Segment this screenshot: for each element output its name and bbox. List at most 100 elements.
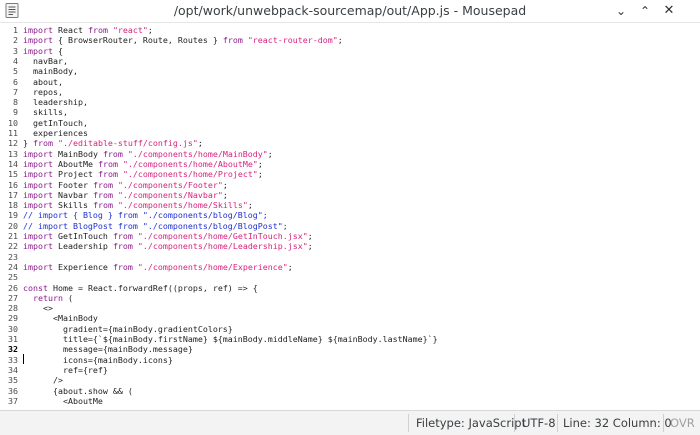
code-text: leadership, (23, 97, 88, 108)
text-editor-area[interactable]: 1 import React from "react"; 2 import { Bro… (0, 23, 700, 410)
line-number: 14 (8, 158, 18, 169)
code-text: import AboutMe from "./components/home/A… (23, 158, 263, 169)
code-text: <> (23, 303, 53, 314)
line-number: 36 (8, 385, 18, 396)
line-number: 2 (13, 35, 18, 46)
line-number: 37 (8, 395, 18, 406)
status-divider (663, 414, 664, 432)
code-text: import Footer from "./components/Footer"… (23, 179, 228, 190)
line-number: 20 (8, 220, 18, 231)
code-line[interactable]: 16 import Footer from "./components/Foote… (0, 180, 700, 190)
code-line[interactable]: 23 (0, 252, 700, 262)
line-number: 10 (8, 117, 18, 128)
window-title: /opt/work/unwebpack-sourcemap/out/App.js… (173, 3, 527, 18)
code-line[interactable]: 30 gradient={mainBody.gradientColors} (0, 324, 700, 334)
line-number: 3 (13, 45, 18, 56)
code-line[interactable]: 25 (0, 272, 700, 282)
code-text: experiences (23, 128, 88, 138)
code-text: message={mainBody.message} (23, 344, 193, 355)
code-line[interactable]: 17 import Navbar from "./components/Navba… (0, 190, 700, 200)
code-line[interactable]: 31 title={`${mainBody.firstName} ${mainB… (0, 334, 700, 344)
code-line[interactable]: 7 repos, (0, 87, 700, 97)
code-line[interactable]: 32 message={mainBody.message} (0, 344, 700, 354)
status-divider (557, 414, 558, 432)
code-text: ref={ref} (23, 364, 108, 375)
mousepad-window: /opt/work/unwebpack-sourcemap/out/App.js… (0, 0, 700, 435)
code-text: title={`${mainBody.firstName} ${mainBody… (23, 334, 438, 344)
code-line[interactable]: 12} from "./editable-stuff/config.js"; (0, 138, 700, 148)
code-line[interactable]: 18 import Skills from "./components/home/… (0, 200, 700, 210)
line-number: 13 (8, 148, 18, 159)
code-line[interactable]: 2 import { BrowserRouter, Route, Routes }… (0, 35, 700, 45)
code-line[interactable]: 14 import AboutMe from "./components/home… (0, 159, 700, 169)
code-line[interactable]: 24 import Experience from "./components/h… (0, 262, 700, 272)
code-text: gradient={mainBody.gradientColors} (23, 323, 233, 334)
code-text: {about.show && ( (23, 385, 133, 396)
code-line[interactable]: 28 <> (0, 303, 700, 313)
code-line[interactable]: 20 // import BlogPost from "./components/… (0, 221, 700, 231)
status-bar: Filetype: JavaScript UTF-8 Line: 32 Colu… (0, 410, 700, 435)
chevron-up-icon: ⌃ (639, 4, 651, 18)
code-text: import Experience from "./components/hom… (23, 261, 293, 272)
line-number: 28 (8, 303, 18, 314)
code-text: about, (23, 76, 63, 87)
code-text: import React from "react"; (23, 25, 153, 35)
line-number: 22 (8, 241, 18, 252)
filetype-status[interactable]: Filetype: JavaScript (416, 416, 526, 430)
line-number: 23 (8, 251, 18, 262)
line-number: 5 (13, 66, 18, 77)
code-line[interactable]: 13 import MainBody from "./components/hom… (0, 149, 700, 159)
overwrite-mode-status[interactable]: OVR (670, 416, 695, 430)
code-line[interactable]: 37 <AboutMe (0, 396, 700, 406)
code-text: /> (23, 375, 63, 386)
line-number: 6 (13, 76, 18, 87)
code-line[interactable]: 33 icons={mainBody.icons} (0, 355, 700, 365)
line-number: 35 (8, 375, 18, 386)
line-number: 31 (8, 334, 18, 344)
code-line[interactable]: 34 ref={ref} (0, 365, 700, 375)
code-text: import Leadership from "./components/hom… (23, 241, 313, 252)
code-line[interactable]: 4 navBar, (0, 56, 700, 66)
close-button[interactable]: ✕ (660, 2, 678, 20)
code-text: // import BlogPost from "./components/bl… (23, 220, 288, 231)
code-line[interactable]: 21 import GetInTouch from "./components/h… (0, 231, 700, 241)
line-number: 16 (8, 179, 18, 190)
code-line[interactable]: 11 experiences (0, 128, 700, 138)
code-line[interactable]: 10 getInTouch, (0, 118, 700, 128)
code-line[interactable]: 22 import Leadership from "./components/h… (0, 241, 700, 251)
code-text: mainBody, (23, 66, 78, 77)
line-number: 7 (13, 86, 18, 97)
code-text: const Home = React.forwardRef((props, re… (23, 282, 258, 293)
code-text: <MainBody (23, 313, 98, 324)
code-line[interactable]: 36 {about.show && ( (0, 386, 700, 396)
minimize-button[interactable]: ⌄ (612, 2, 630, 20)
code-text: // import { Blog } from "./components/bl… (23, 210, 268, 221)
code-line[interactable]: 15 import Project from "./components/home… (0, 169, 700, 179)
code-line[interactable]: 29 <MainBody (0, 313, 700, 323)
line-number: 4 (13, 55, 18, 66)
maximize-button[interactable]: ⌃ (636, 2, 654, 20)
line-number: 11 (8, 128, 18, 138)
code-line[interactable]: 6 about, (0, 77, 700, 87)
chevron-down-icon: ⌄ (615, 4, 627, 18)
code-text: import GetInTouch from "./components/hom… (23, 231, 313, 241)
line-number: 8 (13, 97, 18, 108)
line-number: 32 (8, 344, 18, 355)
code-text: navBar, (23, 55, 68, 66)
code-line[interactable]: 3 import { (0, 46, 700, 56)
line-number: 15 (8, 169, 18, 180)
code-line[interactable]: 9 skills, (0, 107, 700, 117)
code-line[interactable]: 35 /> (0, 375, 700, 385)
line-number: 21 (8, 231, 18, 241)
close-icon: ✕ (663, 3, 675, 18)
code-line[interactable]: 8 leadership, (0, 97, 700, 107)
code-line[interactable]: 5 mainBody, (0, 66, 700, 76)
title-bar[interactable]: /opt/work/unwebpack-sourcemap/out/App.js… (0, 0, 700, 23)
line-number: 26 (8, 282, 18, 293)
encoding-status[interactable]: UTF-8 (522, 416, 556, 430)
code-text: import { BrowserRouter, Route, Routes } … (23, 35, 343, 46)
code-line[interactable]: 19 // import { Blog } from "./components/… (0, 210, 700, 220)
code-line[interactable]: 27 return ( (0, 293, 700, 303)
code-line[interactable]: 26 const Home = React.forwardRef((props, … (0, 283, 700, 293)
code-line[interactable]: 1 import React from "react"; (0, 25, 700, 35)
